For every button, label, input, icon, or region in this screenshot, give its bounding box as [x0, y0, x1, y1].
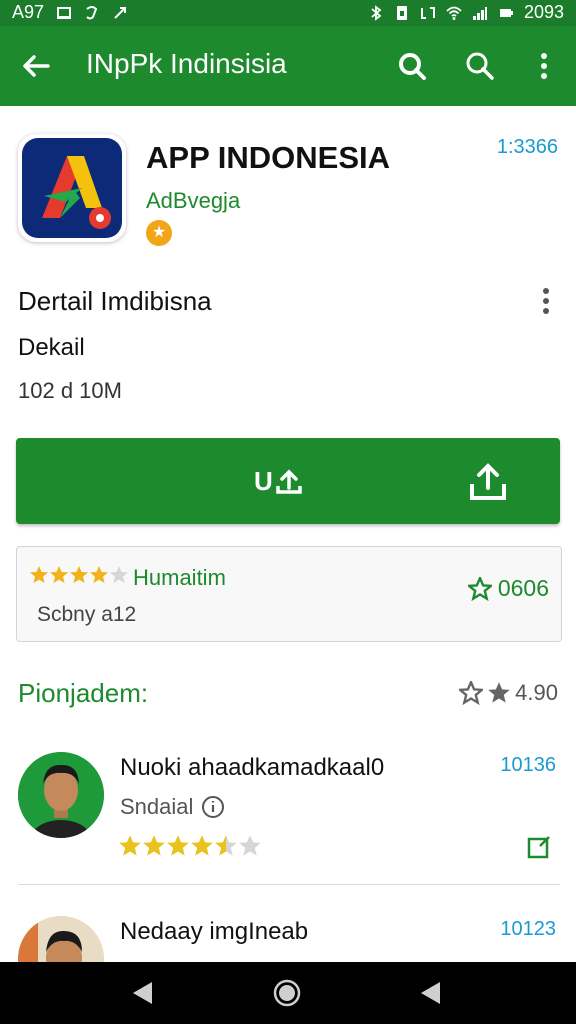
divider	[18, 884, 560, 885]
star-empty-icon	[110, 566, 128, 583]
star-icon	[50, 566, 68, 583]
signal-icon	[472, 6, 487, 20]
review-time: 10136	[500, 754, 556, 776]
rating-stars	[29, 565, 129, 585]
review-stars	[118, 834, 262, 858]
reviewer-role-text: Sndaial	[120, 794, 194, 819]
install-button[interactable]: U	[16, 438, 560, 524]
section-title: Pionjadem:	[18, 678, 149, 708]
star-icon	[119, 835, 141, 856]
more-vert-icon[interactable]	[526, 48, 562, 84]
avatar[interactable]	[18, 916, 104, 962]
system-nav-bar	[0, 962, 576, 1024]
star-icon	[488, 682, 510, 703]
detail-size: 102 d 10M	[18, 378, 122, 403]
rating-value-text: 0606	[497, 575, 549, 601]
review-time: 10123	[500, 918, 556, 940]
notification-icon	[86, 5, 98, 19]
rating-value: 0606	[467, 575, 549, 602]
install-button-text: U	[254, 466, 273, 496]
share-icon[interactable]	[468, 460, 508, 502]
star-icon	[191, 835, 213, 856]
star-icon	[30, 566, 48, 583]
star-icon	[90, 566, 108, 583]
app-detail-content: APP INDONESIA AdBvegja ★ 1:3366 Dertail …	[0, 106, 576, 962]
search-icon[interactable]	[462, 48, 498, 84]
app-icon[interactable]	[18, 134, 126, 242]
install-label: U	[254, 466, 303, 497]
battery-icon	[499, 8, 513, 17]
rating-label: Humaitim	[133, 565, 226, 590]
page-title: INpPk Indinsisia	[86, 48, 287, 79]
section-rating-value: 4.90	[515, 680, 558, 705]
detail-subtitle: Dekail	[18, 334, 85, 361]
star-icon	[167, 835, 189, 856]
image-icon	[57, 6, 72, 19]
star-half-icon	[215, 835, 237, 856]
arrow-back-icon[interactable]	[18, 48, 54, 84]
status-time: A97	[12, 2, 45, 22]
star-icon	[143, 835, 165, 856]
star-outline-icon	[459, 681, 484, 705]
star-outline-icon	[467, 576, 492, 601]
nav-recents-icon[interactable]	[416, 978, 446, 1008]
section-rating: 4.90	[459, 680, 558, 706]
app-bar: INpPk Indinsisia	[0, 26, 576, 106]
app-name: APP INDONESIA	[146, 140, 391, 175]
status-clock: 2093	[523, 2, 564, 22]
upload-icon	[276, 469, 302, 494]
sim-icon	[396, 5, 407, 20]
avatar[interactable]	[18, 752, 104, 838]
badge-icon: ★	[146, 220, 172, 246]
nav-back-icon[interactable]	[128, 978, 158, 1008]
info-icon[interactable]	[201, 795, 225, 819]
app-timestamp: 1:3366	[496, 136, 558, 158]
reviewer-name: Nedaay imgIneab	[120, 918, 309, 945]
nfc-icon	[420, 6, 435, 19]
more-vert-icon[interactable]	[536, 286, 556, 316]
person-avatar-icon	[18, 752, 104, 838]
star-icon	[70, 566, 88, 583]
search-icon[interactable]	[394, 48, 430, 84]
rating-card[interactable]: Humaitim Scbny a12 0606	[16, 546, 562, 642]
person-avatar-icon	[18, 916, 104, 962]
status-bar: A97 2093	[0, 0, 576, 26]
reviewer-role: Sndaial	[120, 794, 225, 820]
nav-home-icon[interactable]	[272, 978, 302, 1008]
reviewer-name: Nuoki ahaadkamadkaal0	[120, 754, 385, 781]
rating-sub: Scbny a12	[37, 603, 137, 626]
bluetooth-icon	[371, 4, 382, 21]
developer-link[interactable]: AdBvegja	[146, 188, 240, 214]
wifi-icon	[446, 6, 462, 20]
app-logo-icon	[42, 156, 111, 229]
edit-icon[interactable]	[526, 834, 552, 860]
sync-icon	[114, 6, 127, 19]
detail-title: Dertail Imdibisna	[18, 286, 212, 316]
star-empty-icon	[239, 835, 261, 856]
